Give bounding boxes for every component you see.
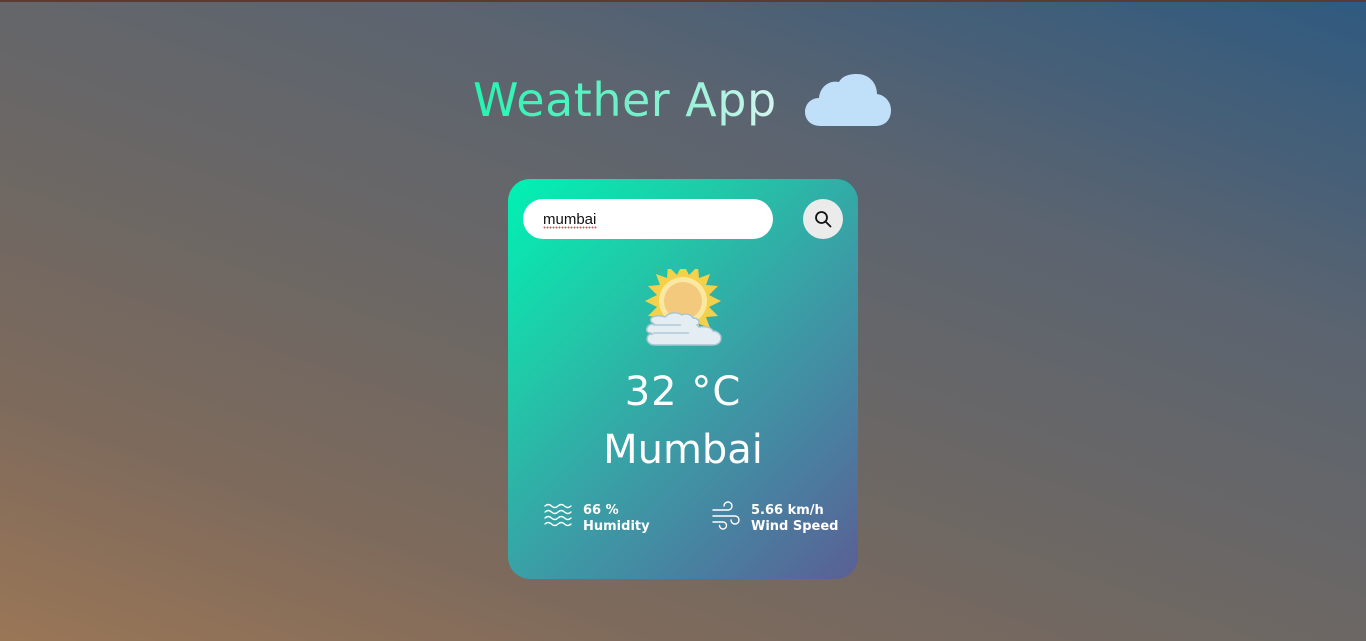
search-icon [815, 211, 832, 228]
header: Weather App [473, 70, 891, 130]
wind-value: 5.66 km/h [751, 503, 824, 518]
humidity-detail: 66 % Humidity [543, 501, 650, 535]
spellcheck-underline [543, 226, 597, 229]
page-title: Weather App [473, 73, 777, 127]
humidity-label: Humidity [583, 519, 650, 534]
wind-label: Wind Speed [751, 519, 839, 534]
humidity-value: 66 % [583, 503, 619, 518]
wind-icon [712, 501, 740, 530]
city-name: Mumbai [603, 427, 763, 473]
cloud-icon [804, 74, 891, 126]
weather-card: 32 °C Mumbai 66 % Humidity 5.66 km/h [508, 179, 858, 579]
temperature: 32 °C [624, 369, 742, 415]
search-button[interactable] [803, 199, 843, 239]
search-input[interactable] [523, 199, 773, 239]
humidity-waves-icon [544, 503, 572, 527]
wind-detail: 5.66 km/h Wind Speed [711, 501, 839, 535]
partly-cloudy-sun-icon [645, 269, 722, 346]
